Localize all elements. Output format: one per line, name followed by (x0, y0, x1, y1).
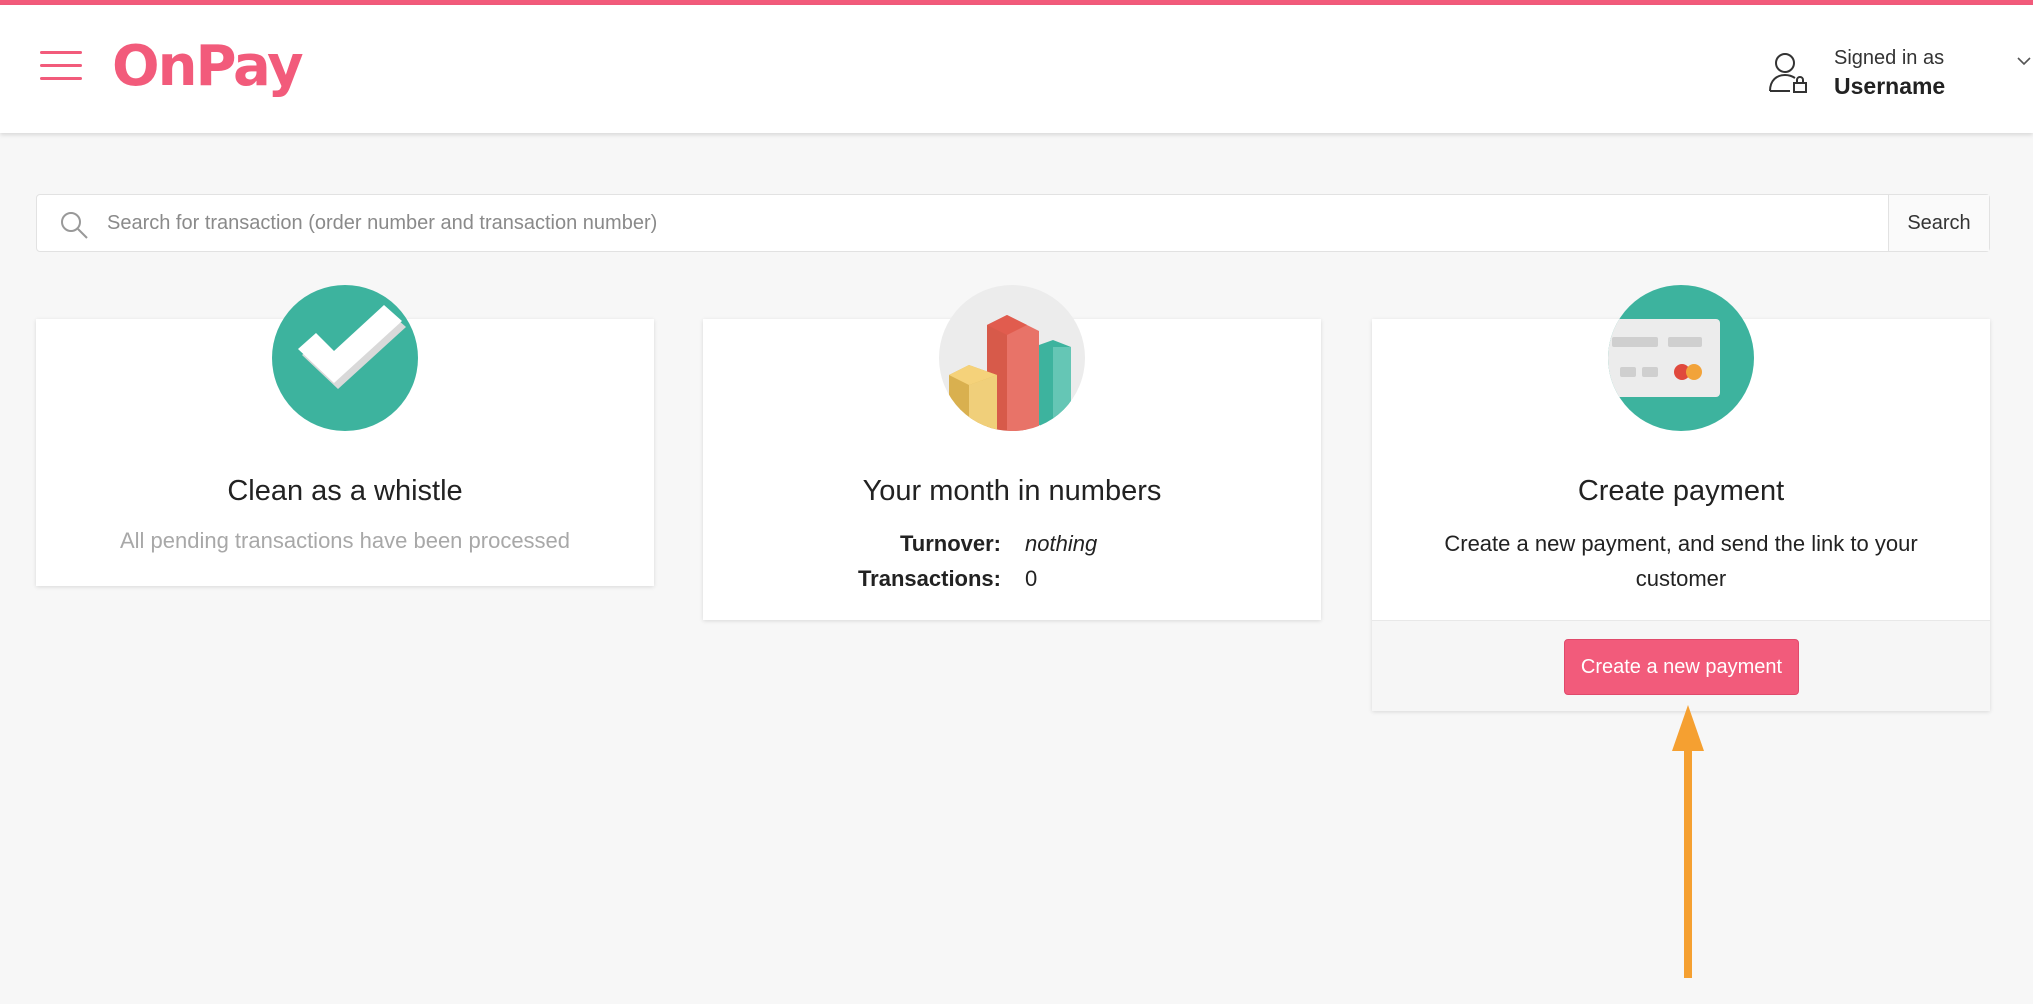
annotation-arrow-icon (1672, 705, 1704, 978)
create-new-payment-button[interactable]: Create a new payment (1564, 639, 1799, 695)
hamburger-menu-icon[interactable] (40, 49, 82, 83)
card-subtitle: All pending transactions have been proce… (119, 528, 571, 553)
app-header: OnPay Signed in as Username (0, 5, 2033, 133)
card-title: Create payment (1577, 475, 1785, 507)
transaction-search-bar: Search (36, 194, 1990, 252)
card-title: Your month in numbers (862, 475, 1162, 507)
credit-card-icon (1608, 285, 1754, 431)
monthly-stats-card: Your month in numbers Turnover: nothing … (703, 285, 1321, 620)
onpay-logo[interactable]: OnPay (112, 35, 304, 99)
card-title: Clean as a whistle (227, 475, 463, 507)
bar-chart-icon (939, 285, 1085, 431)
chevron-down-icon (2017, 57, 2031, 66)
user-lock-icon (1769, 53, 1807, 93)
search-button[interactable]: Search (1888, 195, 1989, 251)
signed-in-label: Signed in as (1834, 47, 1945, 69)
card-description: Create a new payment, and send the link … (1444, 531, 1918, 591)
stat-label: Turnover: (899, 530, 1001, 556)
create-payment-card: Create payment Create a new payment, and… (1372, 285, 1990, 711)
stat-value: 0 (1025, 565, 1038, 591)
stat-row-transactions: Transactions: 0 (703, 561, 1321, 596)
stat-label: Transactions: (857, 565, 1001, 591)
stat-row-turnover: Turnover: nothing (703, 526, 1321, 561)
search-input[interactable] (107, 195, 1917, 251)
stat-value: nothing (1025, 530, 1098, 556)
checkmark-icon (272, 285, 418, 431)
username: Username (1834, 73, 1946, 99)
card-footer: Create a new payment (1372, 620, 1990, 711)
status-card: Clean as a whistle All pending transacti… (36, 285, 654, 586)
stats-list: Turnover: nothing Transactions: 0 (703, 526, 1321, 596)
search-icon (61, 212, 88, 239)
